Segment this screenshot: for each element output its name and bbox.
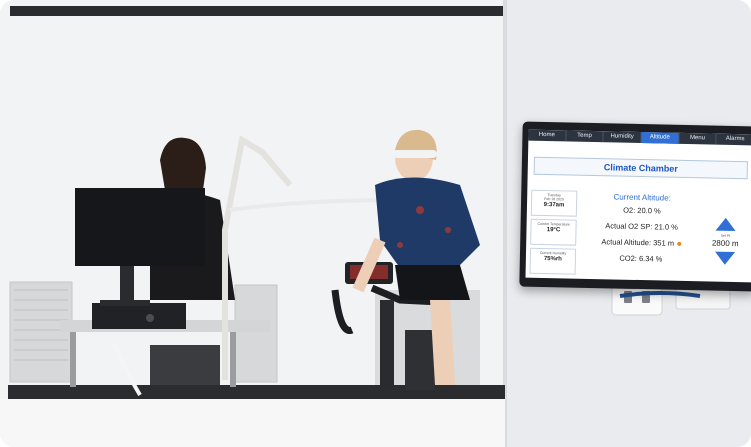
analyzer-unit [92, 303, 186, 329]
co2-reading: CO2: 6.34 % [619, 253, 663, 264]
tab-menu[interactable]: Menu [679, 132, 717, 145]
headgear [393, 150, 437, 158]
photo-scene: Home Temp Humidity Altitude Menu Alarms … [0, 0, 751, 447]
altitude-reading: Actual Altitude: 351 m [601, 237, 675, 248]
touch-screen: Home Temp Humidity Altitude Menu Alarms … [525, 129, 751, 283]
tab-bar: Home Temp Humidity Altitude Menu Alarms [528, 129, 751, 146]
tab-temp[interactable]: Temp [566, 130, 604, 143]
window-frame-top [10, 6, 503, 16]
setpoint-value: 2800 m [711, 238, 739, 249]
climate-control-panel: Home Temp Humidity Altitude Menu Alarms … [519, 121, 751, 292]
cabinet [150, 345, 220, 385]
status-dot-icon [676, 241, 682, 246]
wall-edge [503, 0, 507, 447]
temperature-box: Current Temperature 19°C [530, 218, 577, 246]
tab-altitude[interactable]: Altitude [641, 132, 680, 144]
window-sill [0, 399, 505, 447]
computer-monitor [75, 188, 205, 266]
tab-humidity[interactable]: Humidity [603, 131, 642, 144]
humidity-box: Current Humidity 75%rh [529, 247, 577, 275]
status-sidebar: Tuesday Feb 18 2025 9:37am Current Tempe… [529, 189, 578, 278]
page-title: Climate Chamber [533, 156, 748, 180]
decrease-altitude-arrow-icon[interactable] [714, 251, 736, 266]
tab-alarms[interactable]: Alarms [716, 133, 751, 146]
altitude-readings: Current Altitude: O2: 20.0 % Actual O2 S… [582, 191, 702, 268]
datetime-box: Tuesday Feb 18 2025 9:37am [530, 189, 578, 217]
tab-home[interactable]: Home [528, 129, 567, 142]
humidity-value: 75%rh [543, 256, 562, 263]
increase-altitude-arrow-icon[interactable] [715, 217, 736, 232]
temperature-value: 19°C [546, 227, 561, 234]
bike-frame [380, 300, 394, 390]
setpoint-control: Set Pt 2800 m [702, 217, 749, 266]
cyclist-shorts [395, 265, 470, 300]
time-value: 9:37am [543, 202, 565, 209]
radiator-middle [234, 284, 278, 383]
